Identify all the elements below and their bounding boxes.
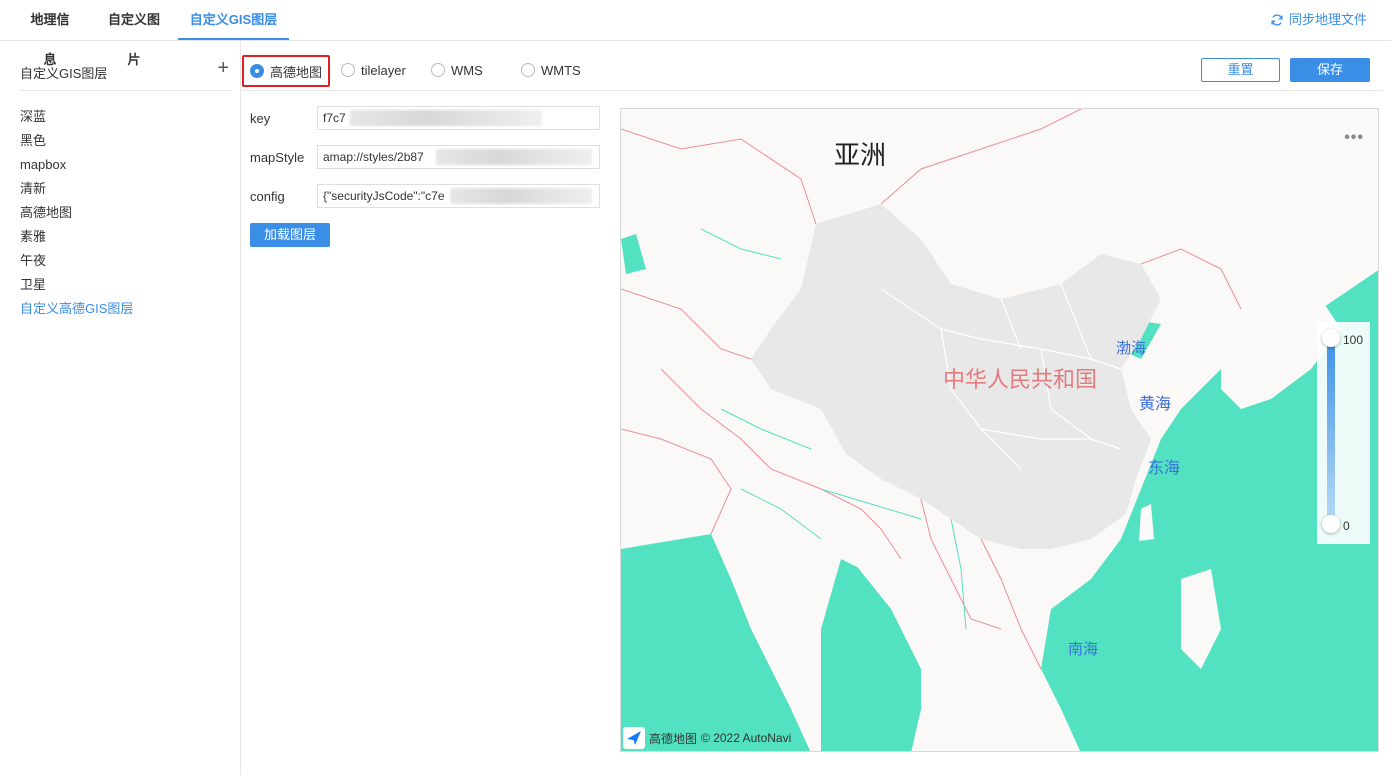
- redacted-blur: [436, 149, 592, 165]
- sidebar: 自定义GIS图层 + 深蓝 黑色 mapbox 清新 高德地图 素雅 午夜 卫星…: [0, 41, 241, 775]
- sidebar-item-elegant[interactable]: 素雅: [20, 225, 133, 249]
- map-canvas: [621, 109, 1378, 751]
- map-preview[interactable]: 亚洲 中华人民共和国 渤海 黄海 东海 南海 ••• 100 0 高德地图 © …: [620, 108, 1379, 752]
- attribution-text: © 2022 AutoNavi: [701, 731, 792, 745]
- config-value: {"securityJsCode":"c7e: [323, 189, 445, 203]
- layer-list: 深蓝 黑色 mapbox 清新 高德地图 素雅 午夜 卫星 自定义高德GIS图层: [20, 105, 133, 321]
- legend-max-handle[interactable]: [1322, 329, 1340, 347]
- redacted-blur: [350, 110, 542, 126]
- attribution-logo-text: 高德地图: [649, 731, 698, 746]
- legend-max-value: 100: [1343, 333, 1364, 347]
- tab-geo-info[interactable]: 地理信息: [25, 0, 75, 67]
- sidebar-item-satellite[interactable]: 卫星: [20, 273, 133, 297]
- map-label-bohai: 渤海: [1116, 339, 1147, 357]
- radio-unchecked-icon: [431, 63, 445, 77]
- radio-wmts[interactable]: WMTS: [521, 54, 581, 86]
- sidebar-item-mapbox[interactable]: mapbox: [20, 153, 133, 177]
- map-label-asia: 亚洲: [834, 141, 887, 171]
- sync-geo-files-button[interactable]: 同步地理文件: [1270, 0, 1367, 40]
- map-label-huanghai: 黄海: [1139, 394, 1172, 413]
- radio-wms-label: WMS: [451, 62, 483, 78]
- radio-unchecked-icon: [521, 63, 535, 77]
- sidebar-item-deep-blue[interactable]: 深蓝: [20, 105, 133, 129]
- key-input[interactable]: f7c7: [317, 106, 600, 130]
- radio-tilelayer-label: tilelayer: [361, 62, 406, 78]
- map-label-donghai: 东海: [1148, 458, 1181, 477]
- save-button[interactable]: 保存: [1290, 58, 1370, 82]
- map-attribution: 高德地图 © 2022 AutoNavi: [623, 727, 791, 749]
- sidebar-item-black[interactable]: 黑色: [20, 129, 133, 153]
- more-dots-icon[interactable]: •••: [1344, 129, 1364, 147]
- radio-unchecked-icon: [341, 63, 355, 77]
- radio-checked-icon: [250, 64, 264, 78]
- legend-gradient-track: [1327, 332, 1335, 527]
- sidebar-item-midnight[interactable]: 午夜: [20, 249, 133, 273]
- legend-min-handle[interactable]: [1322, 515, 1340, 533]
- mapstyle-label: mapStyle: [250, 150, 305, 165]
- radio-amap-label: 高德地图: [270, 64, 323, 80]
- mapstyle-input[interactable]: amap://styles/2b87: [317, 145, 600, 169]
- sidebar-title: 自定义GIS图层: [20, 66, 108, 81]
- config-label: config: [250, 189, 285, 204]
- top-tab-bar: 地理信息 自定义图片 自定义GIS图层 同步地理文件: [0, 0, 1391, 67]
- refresh-icon: [1271, 14, 1283, 26]
- divider: [242, 90, 1382, 91]
- amap-logo-icon: [623, 727, 645, 749]
- sync-label: 同步地理文件: [1288, 12, 1367, 27]
- mapstyle-value: amap://styles/2b87: [323, 150, 424, 164]
- map-label-china: 中华人民共和国: [943, 368, 1098, 393]
- visual-map-legend: 100 0: [1317, 322, 1370, 544]
- legend-min-value: 0: [1343, 519, 1350, 533]
- map-label-nanhai: 南海: [1068, 640, 1099, 658]
- radio-wmts-label: WMTS: [541, 62, 581, 78]
- key-label: key: [250, 111, 271, 126]
- tab-custom-image[interactable]: 自定义图片: [103, 0, 165, 67]
- radio-tilelayer[interactable]: tilelayer: [341, 54, 406, 86]
- redacted-blur: [450, 188, 592, 204]
- radio-amap[interactable]: 高德地图: [242, 55, 331, 87]
- load-layer-button[interactable]: 加载图层: [250, 223, 330, 247]
- sidebar-header: 自定义GIS图层 +: [20, 58, 231, 91]
- tab-custom-gis-layer[interactable]: 自定义GIS图层: [178, 0, 289, 40]
- plus-icon[interactable]: +: [217, 58, 229, 78]
- config-input[interactable]: {"securityJsCode":"c7e: [317, 184, 600, 208]
- key-value: f7c7: [323, 111, 346, 125]
- sidebar-item-fresh[interactable]: 清新: [20, 177, 133, 201]
- sidebar-item-amap[interactable]: 高德地图: [20, 201, 133, 225]
- reset-button[interactable]: 重置: [1201, 58, 1280, 82]
- sidebar-item-custom-amap-gis[interactable]: 自定义高德GIS图层: [20, 297, 133, 321]
- radio-wms[interactable]: WMS: [431, 54, 483, 86]
